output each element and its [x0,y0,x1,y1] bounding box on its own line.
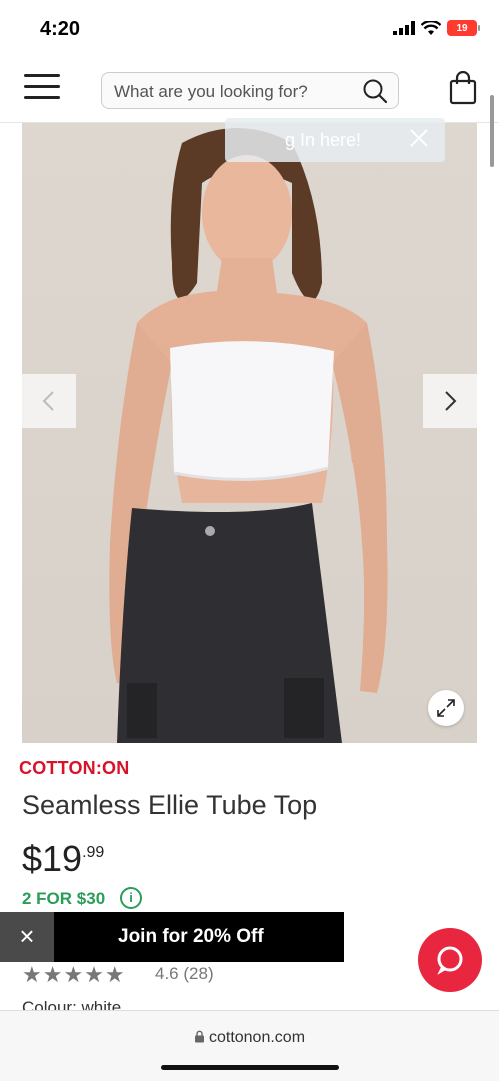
previous-image-button[interactable] [22,374,76,428]
join-banner[interactable]: × Join for 20% Off [0,912,344,962]
product-image[interactable] [22,123,477,743]
wifi-icon [421,20,441,35]
search-input[interactable]: What are you looking for? [101,72,399,109]
home-indicator[interactable] [161,1065,339,1070]
status-icons: 19 [393,20,480,36]
chevron-right-icon [445,391,457,411]
expand-icon [437,699,455,717]
chat-icon [437,946,463,975]
scrollbar[interactable] [490,95,494,167]
next-image-button[interactable] [423,374,477,428]
search-icon[interactable] [362,78,388,104]
join-banner-text[interactable]: Join for 20% Off [118,926,264,948]
browser-bottom-bar: cottonon.com [0,1010,499,1081]
expand-image-button[interactable] [428,690,464,726]
chevron-left-icon [42,391,54,411]
info-icon[interactable]: i [120,887,142,909]
rating-value: 4.6 [155,964,179,983]
signal-icon [393,21,415,35]
close-icon[interactable]: × [0,912,54,962]
price-dollars: $19 [22,838,83,879]
brand-logo[interactable]: COTTON:ON [19,758,129,779]
hamburger-icon[interactable] [24,74,60,102]
close-icon[interactable] [407,126,431,150]
lock-icon [194,1030,204,1043]
promo-label[interactable]: 2 FOR $30 [22,889,105,909]
rating-stars[interactable]: ★★★★★ [22,962,126,988]
product-title: Seamless Ellie Tube Top [22,790,318,820]
review-count: (28) [183,964,214,983]
url-bar[interactable]: cottonon.com [0,1029,499,1047]
search-placeholder: What are you looking for? [114,82,308,101]
status-time: 4:20 [40,18,81,40]
price-cents: .99 [82,844,105,861]
tooltip-text: g In here! [285,130,362,150]
url-text: cottonon.com [208,1029,306,1046]
chat-button[interactable] [418,928,482,992]
rating-summary[interactable]: 4.6 (28) [155,964,214,984]
login-tooltip: g In here! [225,118,445,162]
battery-indicator: 19 [447,20,480,36]
product-price: $19.99 [22,838,104,880]
bag-icon[interactable] [448,71,478,105]
model-illustration [109,128,388,743]
